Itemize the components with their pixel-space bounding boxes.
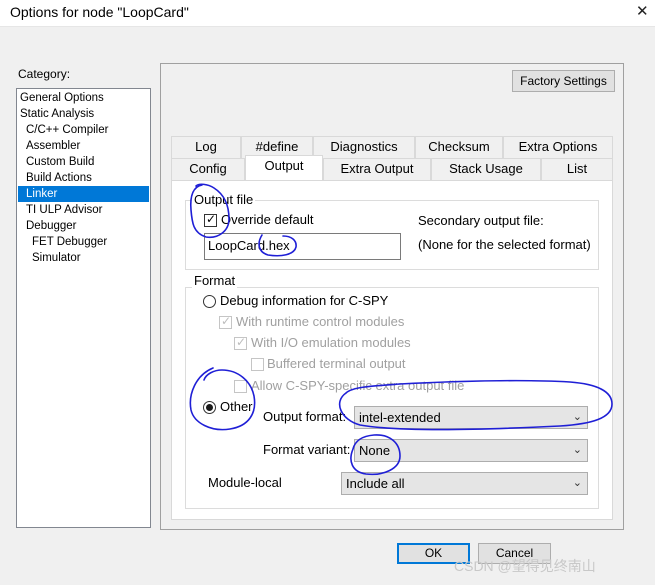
category-item-simulator[interactable]: Simulator xyxy=(18,250,149,266)
category-item-linker[interactable]: Linker xyxy=(18,186,149,202)
buffered-output-label: Buffered terminal output xyxy=(267,356,406,371)
category-label: Category: xyxy=(18,67,71,81)
format-variant-select[interactable]: None ⌄ xyxy=(354,439,588,462)
tab-log[interactable]: Log xyxy=(171,136,241,158)
output-file-group-label: Output file xyxy=(192,192,256,207)
category-item-debugger[interactable]: Debugger xyxy=(18,218,149,234)
tab-extra-output[interactable]: Extra Output xyxy=(323,158,431,180)
category-item-build-actions[interactable]: Build Actions xyxy=(18,170,149,186)
tab-extra-options[interactable]: Extra Options xyxy=(503,136,613,158)
check-icon: ✓ xyxy=(206,212,217,226)
category-item-ti-ulp-advisor[interactable]: TI ULP Advisor xyxy=(18,202,149,218)
factory-settings-button[interactable]: Factory Settings xyxy=(512,70,615,92)
secondary-output-label: Secondary output file: xyxy=(418,213,544,228)
tab-diagnostics[interactable]: Diagnostics xyxy=(313,136,415,158)
chevron-down-icon: ⌄ xyxy=(572,411,582,423)
output-filename-input[interactable]: LoopCard.hex xyxy=(204,233,401,260)
tab-config[interactable]: Config xyxy=(171,158,245,180)
debug-info-label: Debug information for C-SPY xyxy=(220,293,389,308)
category-list[interactable]: General Options Static Analysis C/C++ Co… xyxy=(16,88,151,528)
format-variant-value: None xyxy=(359,443,391,458)
category-item-static-analysis[interactable]: Static Analysis xyxy=(18,106,149,122)
runtime-modules-label: With runtime control modules xyxy=(236,314,405,329)
runtime-modules-checkbox[interactable]: ✓ xyxy=(219,314,232,329)
debug-info-radio[interactable] xyxy=(203,295,216,308)
format-variant-label: Format variant: xyxy=(263,442,351,457)
allow-extra-output-label: Allow C-SPY-specific extra output file xyxy=(251,378,465,393)
watermark: CSDN @望得见终南山 xyxy=(454,558,596,574)
io-emulation-checkbox[interactable]: ✓ xyxy=(234,335,247,350)
tab-stack-usage[interactable]: Stack Usage xyxy=(431,158,541,180)
chevron-down-icon: ⌄ xyxy=(572,444,582,456)
category-item-custom-build[interactable]: Custom Build xyxy=(18,154,149,170)
io-emulation-label: With I/O emulation modules xyxy=(251,335,411,350)
radio-dot xyxy=(206,404,213,411)
override-default-checkbox[interactable]: ✓ xyxy=(204,212,217,227)
module-local-label: Module-local xyxy=(208,475,282,490)
secondary-output-value: (None for the selected format) xyxy=(418,237,590,252)
buffered-output-checkbox[interactable] xyxy=(251,358,264,371)
tab-list[interactable]: List xyxy=(541,158,613,180)
chevron-down-icon: ⌄ xyxy=(572,477,582,489)
check-icon: ✓ xyxy=(221,314,232,328)
other-label: Other xyxy=(220,399,253,414)
category-item-general-options[interactable]: General Options xyxy=(18,90,149,106)
allow-extra-output-checkbox[interactable] xyxy=(234,380,247,393)
module-local-select[interactable]: Include all ⌄ xyxy=(341,472,588,495)
module-local-value: Include all xyxy=(346,476,405,491)
window-title: Options for node "LoopCard" xyxy=(10,4,189,20)
close-icon[interactable]: ✕ xyxy=(636,2,649,20)
tab-checksum[interactable]: Checksum xyxy=(415,136,503,158)
output-format-select[interactable]: intel-extended ⌄ xyxy=(354,406,588,429)
check-icon: ✓ xyxy=(236,335,247,349)
category-item-assembler[interactable]: Assembler xyxy=(18,138,149,154)
output-format-value: intel-extended xyxy=(359,410,441,425)
format-group-label: Format xyxy=(192,273,238,288)
other-radio[interactable] xyxy=(203,401,216,414)
category-item-fet-debugger[interactable]: FET Debugger xyxy=(18,234,149,250)
override-default-label: Override default xyxy=(221,212,314,227)
tab-output[interactable]: Output xyxy=(245,155,323,180)
output-format-label: Output format: xyxy=(263,409,347,424)
category-item-cpp-compiler[interactable]: C/C++ Compiler xyxy=(18,122,149,138)
